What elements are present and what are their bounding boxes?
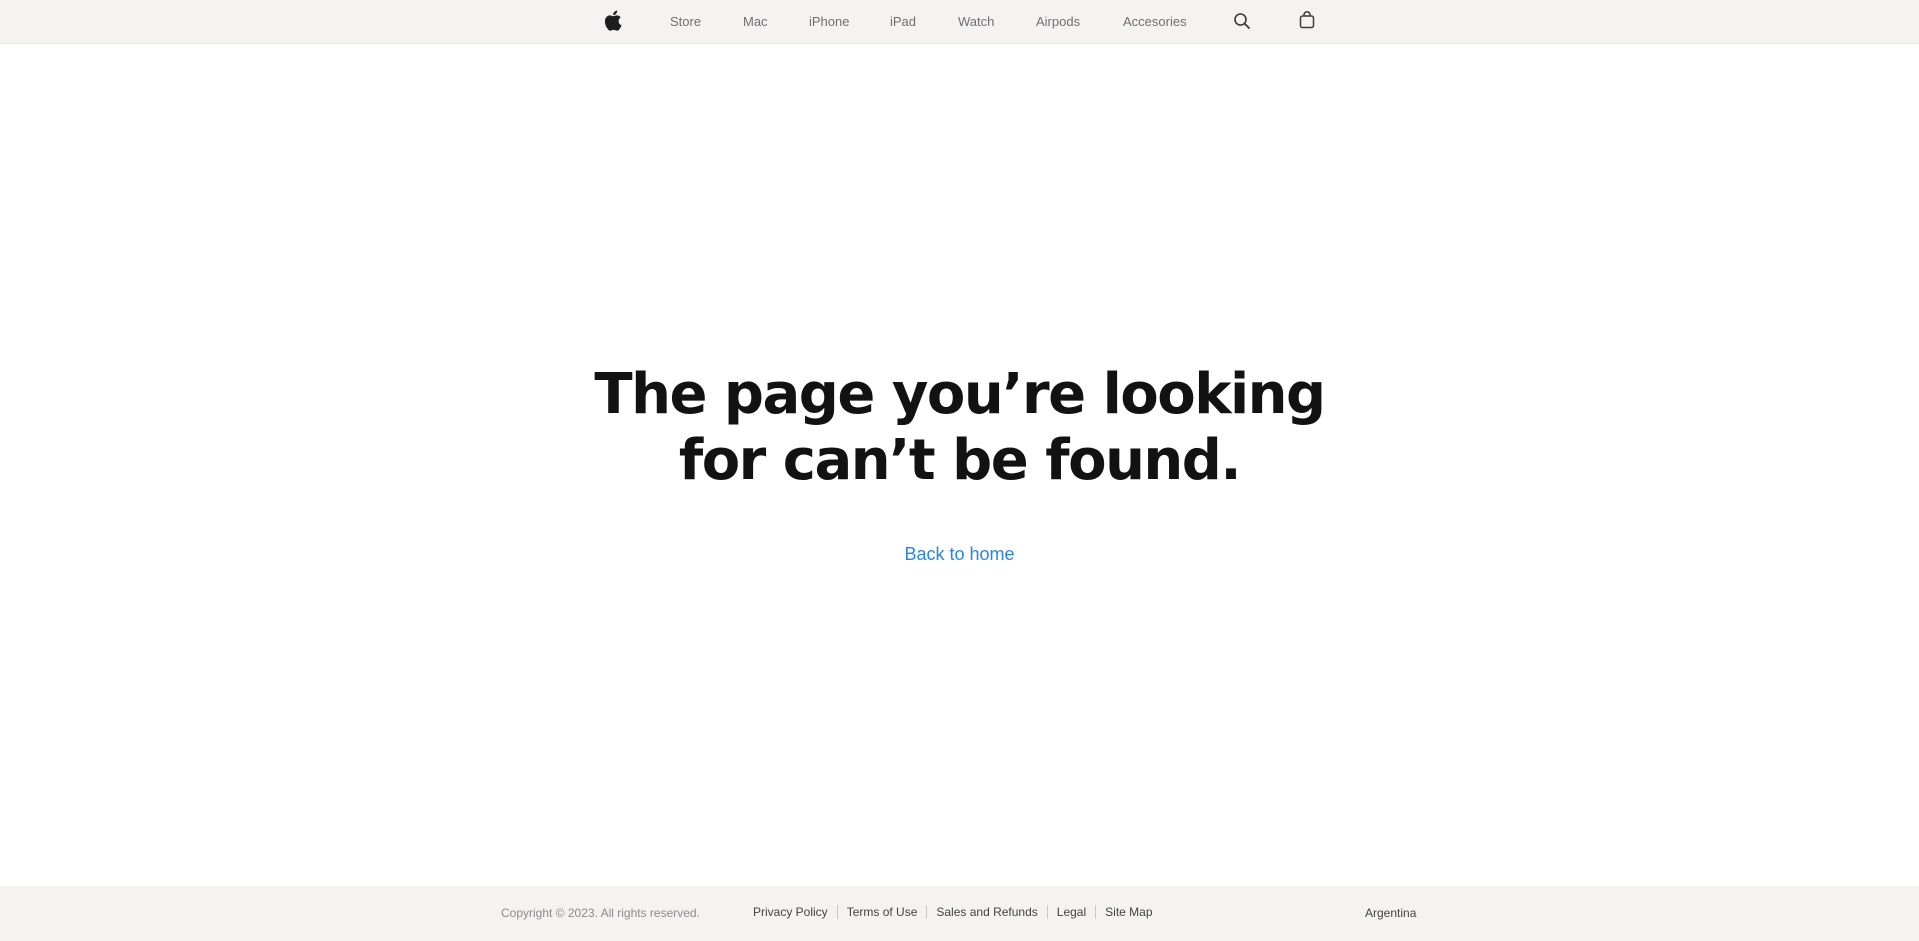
page-title: The page you’re looking for can’t be fou…: [0, 362, 1919, 494]
page-title-line-2: for can’t be found.: [678, 428, 1242, 493]
back-to-home-container: Back to home: [0, 544, 1919, 565]
copyright-text: Copyright © 2023. All rights reserved.: [501, 906, 700, 920]
nav-item-accesories[interactable]: Accesories: [1123, 0, 1187, 44]
footer-link-site-map[interactable]: Site Map: [1095, 905, 1161, 919]
search-icon[interactable]: [1233, 12, 1253, 32]
footer-link-privacy-policy[interactable]: Privacy Policy: [753, 905, 837, 919]
footer-link-terms-of-use[interactable]: Terms of Use: [836, 905, 927, 919]
apple-logo-icon[interactable]: [604, 10, 624, 31]
global-nav: Store Mac iPhone iPad Watch Airpods Acce…: [0, 0, 1919, 44]
page: Store Mac iPhone iPad Watch Airpods Acce…: [0, 0, 1919, 941]
page-title-line-1: The page you’re looking: [594, 362, 1326, 427]
shopping-bag-icon[interactable]: [1299, 11, 1319, 31]
nav-item-ipad[interactable]: iPad: [890, 0, 916, 44]
nav-item-store[interactable]: Store: [670, 0, 701, 44]
footer: Copyright © 2023. All rights reserved. P…: [0, 886, 1919, 941]
footer-link-legal[interactable]: Legal: [1046, 905, 1095, 919]
back-to-home-link[interactable]: Back to home: [904, 544, 1014, 564]
region-selector[interactable]: Argentina: [1365, 906, 1416, 920]
nav-item-iphone[interactable]: iPhone: [809, 0, 849, 44]
nav-item-mac[interactable]: Mac: [743, 0, 768, 44]
footer-link-sales-and-refunds[interactable]: Sales and Refunds: [926, 905, 1046, 919]
nav-item-airpods[interactable]: Airpods: [1036, 0, 1080, 44]
nav-item-watch[interactable]: Watch: [958, 0, 994, 44]
footer-links: Privacy Policy Terms of Use Sales and Re…: [753, 905, 1162, 919]
